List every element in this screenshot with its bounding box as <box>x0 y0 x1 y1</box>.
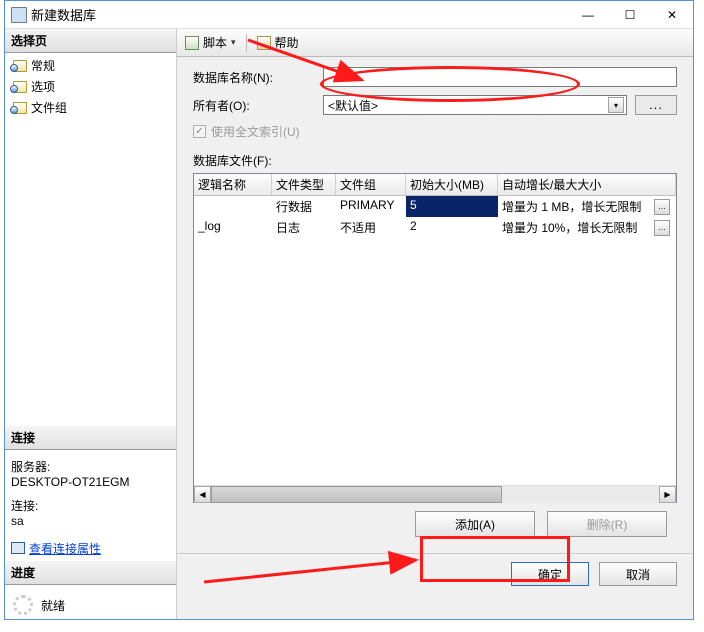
chevron-down-icon: ▾ <box>608 97 624 113</box>
owner-browse-button[interactable]: ... <box>635 95 677 115</box>
scroll-thumb[interactable] <box>211 486 502 503</box>
col-filegroup[interactable]: 文件组 <box>336 174 406 195</box>
window-title: 新建数据库 <box>31 5 567 24</box>
ok-button[interactable]: 确定 <box>511 562 589 586</box>
col-file-type[interactable]: 文件类型 <box>272 174 336 195</box>
database-icon <box>11 7 27 23</box>
connection-info: 服务器: DESKTOP-OT21EGM 连接: sa 查看连接属性 <box>5 450 176 562</box>
server-label: 服务器: <box>11 454 170 475</box>
help-icon <box>257 36 271 50</box>
add-button[interactable]: 添加(A) <box>415 511 535 537</box>
table-header: 逻辑名称 文件类型 文件组 初始大小(MB) 自动增长/最大大小 <box>194 174 676 196</box>
progress-section: 就绪 <box>5 591 176 619</box>
separator <box>246 34 247 52</box>
col-autogrowth[interactable]: 自动增长/最大大小 <box>498 174 676 195</box>
page-icon <box>13 102 27 114</box>
database-files-table: 逻辑名称 文件类型 文件组 初始大小(MB) 自动增长/最大大小 行数据 PRI… <box>193 173 677 503</box>
help-button[interactable]: 帮助 <box>253 32 303 53</box>
connection-header: 连接 <box>5 426 176 450</box>
ellipsis-button[interactable]: … <box>654 199 670 215</box>
conn-label: 连接: <box>11 493 170 514</box>
col-initial-size[interactable]: 初始大小(MB) <box>406 174 498 195</box>
title-bar[interactable]: 新建数据库 — ☐ ✕ <box>5 1 693 29</box>
remove-button: 删除(R) <box>547 511 667 537</box>
sidebar-item-filegroups[interactable]: 文件组 <box>9 97 172 118</box>
minimize-button[interactable]: — <box>567 1 609 29</box>
view-connection-properties-link[interactable]: 查看连接属性 <box>11 540 101 557</box>
new-database-dialog: 新建数据库 — ☐ ✕ 选择页 常规 选项 文件组 连接 服务器: DESKTO… <box>4 0 694 620</box>
conn-value: sa <box>11 514 170 532</box>
fulltext-checkbox: ✓ 使用全文索引(U) <box>193 123 677 140</box>
form-area: 数据库名称(N): 所有者(O): <默认值> ▾ ... ✓ 使用全文索引(U… <box>177 57 693 553</box>
main-panel: 脚本 ▾ 帮助 数据库名称(N): 所有者(O): <默认值> <box>177 29 693 619</box>
spinner-icon <box>13 595 33 615</box>
files-label: 数据库文件(F): <box>193 152 677 169</box>
owner-label: 所有者(O): <box>193 97 323 114</box>
horizontal-scrollbar[interactable]: ◀ ▶ <box>194 485 676 502</box>
script-button[interactable]: 脚本 ▾ <box>181 32 240 53</box>
scroll-right-button[interactable]: ▶ <box>659 486 676 503</box>
database-name-input[interactable] <box>323 67 677 87</box>
toolbar: 脚本 ▾ 帮助 <box>177 29 693 57</box>
sidebar: 选择页 常规 选项 文件组 连接 服务器: DESKTOP-OT21EGM 连接… <box>5 29 177 619</box>
cancel-button[interactable]: 取消 <box>599 562 677 586</box>
table-body: 行数据 PRIMARY 5 增量为 1 MB，增长无限制… _log 日志 不适… <box>194 196 676 485</box>
col-logical-name[interactable]: 逻辑名称 <box>194 174 272 195</box>
dialog-footer: 确定 取消 <box>177 553 693 594</box>
page-list: 常规 选项 文件组 <box>5 53 176 120</box>
ellipsis-button[interactable]: … <box>654 220 670 236</box>
scroll-left-button[interactable]: ◀ <box>194 486 211 503</box>
table-row[interactable]: _log 日志 不适用 2 增量为 10%，增长无限制… <box>194 217 676 238</box>
table-row[interactable]: 行数据 PRIMARY 5 增量为 1 MB，增长无限制… <box>194 196 676 217</box>
properties-icon <box>11 542 25 554</box>
script-icon <box>185 36 199 50</box>
file-buttons: 添加(A) 删除(R) <box>193 503 677 545</box>
progress-header: 进度 <box>5 561 176 585</box>
scroll-track[interactable] <box>211 486 659 503</box>
sidebar-item-options[interactable]: 选项 <box>9 76 172 97</box>
close-button[interactable]: ✕ <box>651 1 693 29</box>
select-page-header: 选择页 <box>5 29 176 53</box>
page-icon <box>13 81 27 93</box>
maximize-button[interactable]: ☐ <box>609 1 651 29</box>
fulltext-label: 使用全文索引(U) <box>211 123 300 140</box>
owner-select[interactable]: <默认值> ▾ <box>323 95 627 115</box>
checkbox-icon: ✓ <box>193 125 206 138</box>
dbname-label: 数据库名称(N): <box>193 69 323 86</box>
chevron-down-icon: ▾ <box>231 37 236 48</box>
status-text: 就绪 <box>41 597 65 614</box>
sidebar-item-general[interactable]: 常规 <box>9 55 172 76</box>
server-value: DESKTOP-OT21EGM <box>11 475 170 493</box>
page-icon <box>13 60 27 72</box>
